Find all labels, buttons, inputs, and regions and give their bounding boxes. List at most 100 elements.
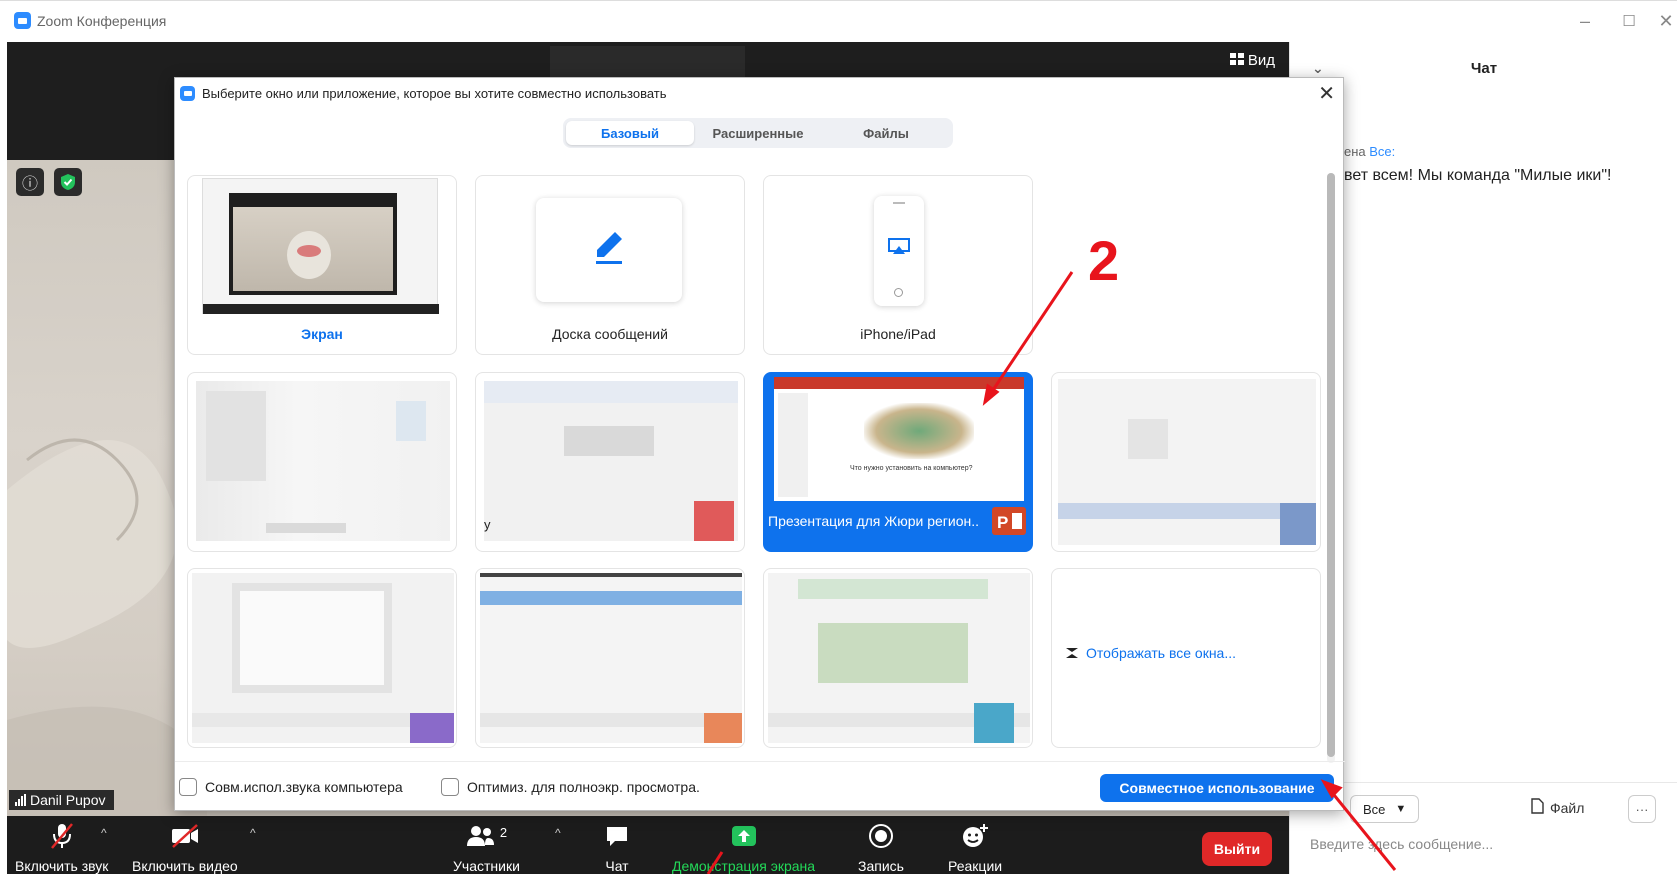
share-tile-screen[interactable]: Экран [187,175,457,355]
tile-label-presentation: Презентация для Жюри регион... [768,513,978,529]
recipient-select[interactable]: Все ▼ [1350,795,1420,823]
maximize-button[interactable]: ☐ [1612,7,1646,35]
blurred-window-thumbnail [768,573,1030,743]
chat-message-input[interactable] [1310,829,1650,859]
video-options-caret-icon[interactable]: ^ [250,826,256,840]
share-screen-button[interactable]: Демонстрация экрана [672,822,815,874]
share-tile-whiteboard[interactable]: Доска сообщений [475,175,745,355]
optimize-checkbox[interactable]: Оптимиз. для полноэкр. просмотра. [441,778,700,796]
dialog-header: Выберите окно или приложение, которое вы… [175,78,1345,108]
title-bar: Zoom Конференция – ☐ ✕ [0,0,1677,40]
reactions-button[interactable]: Реакции [948,822,1002,874]
phone-card [874,196,924,306]
minimize-button[interactable]: – [1568,7,1602,35]
checkbox-box [441,778,459,796]
audio-options-caret-icon[interactable]: ^ [101,826,107,840]
participant-name: Danil Pupov [30,792,106,808]
view-button[interactable]: Вид [1229,52,1275,69]
annotation-step-number: 2 [1088,229,1120,292]
recipient-value: Все [1363,801,1386,817]
file-icon [1530,798,1544,817]
optimize-label: Оптимиз. для полноэкр. просмотра. [467,779,700,795]
share-tile-window-3[interactable] [1051,372,1321,552]
participant-name-tag: Danil Pupov [9,790,114,810]
checkbox-box [179,778,197,796]
screen-thumbnail [202,178,439,314]
chat-header: ⌄ Чат [1290,42,1677,94]
security-shield-icon[interactable] [54,168,82,196]
chat-title: Чат [1470,59,1498,77]
grid-scrollbar[interactable] [1327,173,1335,763]
tile-label-whiteboard: Доска сообщений [552,326,668,342]
file-label: Файл [1550,799,1585,816]
expand-icon [1066,645,1078,661]
chevron-down-icon: ▼ [1395,803,1407,815]
zoom-window: Zoom Конференция – ☐ ✕ Вид ⓘ Danil Pupov… [0,0,1677,874]
share-tile-window-4[interactable] [187,568,457,748]
tab-basic[interactable]: Базовый [566,121,694,145]
zoom-logo-icon [180,85,195,101]
show-all-windows-tile[interactable]: Отображать все окна... [1051,568,1321,748]
tile-label-iphone: iPhone/iPad [860,326,936,342]
unmute-button[interactable]: Включить звук [15,822,108,874]
pencil-icon [594,230,624,269]
view-label: Вид [1247,52,1275,69]
tab-advanced[interactable]: Расширенные [694,121,822,145]
close-window-button[interactable]: ✕ [1656,7,1676,35]
show-all-windows-label: Отображать все окна... [1086,645,1237,661]
dialog-close-icon[interactable]: ✕ [1318,81,1335,106]
window-title: Zoom Конференция [37,12,167,29]
chat-label: Чат [605,858,629,874]
dialog-title: Выберите окно или приложение, которое вы… [202,85,667,101]
share-screen-icon [730,822,758,850]
leave-meeting-button[interactable]: Выйти [1202,832,1272,866]
share-audio-label: Совм.испол.звука компьютера [205,779,403,795]
chat-panel: ⌄ Чат ена Все: вет всем! Мы команда "Мил… [1289,42,1677,874]
reaction-smile-icon [961,822,989,850]
airplay-icon [888,238,910,259]
signal-strength-icon [15,794,26,806]
chat-bubble-icon [604,822,630,850]
file-button[interactable]: Файл [1530,798,1584,817]
dialog-footer: Совм.испол.звука компьютера Оптимиз. для… [175,761,1345,812]
blurred-window-thumbnail [480,573,742,743]
more-options-button[interactable]: ··· [1628,795,1656,823]
chat-message-sender: ена Все: [1344,144,1395,159]
share-tabs: Базовый Расширенные Файлы [563,118,953,148]
start-video-button[interactable]: Включить видео [132,822,238,874]
show-all-windows-link[interactable]: Отображать все окна... [1066,645,1236,661]
share-source-grid: Экран Доска сообщений iPhone/iPad у Что … [187,175,1322,755]
share-tile-window-1[interactable] [187,372,457,552]
share-screen-dialog: Выберите окно или приложение, которое вы… [174,77,1345,812]
chat-button[interactable]: Чат [604,822,630,874]
grid-view-icon [1229,52,1244,69]
chat-compose-area: Все ▼ Файл ··· [1290,782,1677,874]
share-tile-window-2[interactable]: у [475,372,745,552]
meeting-info-icon[interactable]: ⓘ [16,168,44,196]
share-button[interactable]: Совместное использование [1100,774,1334,802]
share-tile-window-6[interactable] [763,568,1033,748]
tab-files[interactable]: Файлы [822,121,950,145]
record-button[interactable]: Запись [858,822,904,874]
reactions-label: Реакции [948,858,1003,874]
share-tile-presentation[interactable]: Что нужно установить на компьютер? Презе… [763,372,1033,552]
participants-caret-icon[interactable]: ^ [555,826,561,840]
share-tile-iphone[interactable]: iPhone/iPad [763,175,1033,355]
blurred-window-thumbnail: у [484,381,738,541]
start-video-label: Включить видео [132,858,238,874]
blurred-window-thumbnail [192,573,454,743]
zoom-logo-icon [14,12,31,29]
blurred-window-thumbnail [1058,379,1316,545]
video-off-icon [169,822,201,850]
participants-button[interactable]: 2 Участники [453,822,520,874]
svg-text:P: P [997,513,1008,532]
chat-message-text: вет всем! Мы команда "Милые ики"! [1344,167,1612,184]
participants-label: Участники [453,858,520,874]
share-audio-checkbox[interactable]: Совм.испол.звука компьютера [179,778,403,796]
muted-microphone-icon [49,822,75,850]
window-label-fragment: у [484,517,491,532]
blurred-window-thumbnail [196,381,450,541]
powerpoint-icon: P [992,507,1026,538]
collapse-chevron-icon[interactable]: ⌄ [1312,60,1324,77]
share-tile-window-5[interactable] [475,568,745,748]
